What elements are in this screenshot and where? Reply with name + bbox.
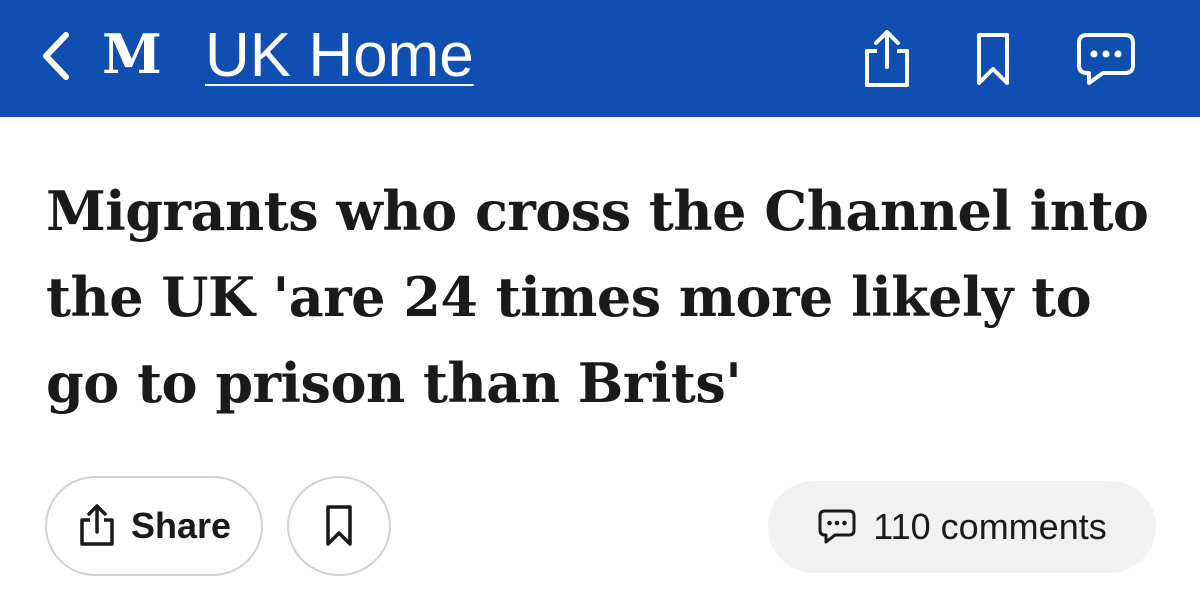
logo-text: M <box>102 22 162 86</box>
share-top-button[interactable] <box>852 22 922 96</box>
share-icon <box>865 30 909 87</box>
site-logo[interactable]: M <box>102 22 162 86</box>
comments-top-button[interactable] <box>1068 22 1144 96</box>
chevron-left-icon <box>43 32 69 80</box>
bookmark-icon <box>326 505 352 546</box>
comments-count-label: 110 comments <box>873 506 1107 547</box>
back-button[interactable] <box>34 28 78 84</box>
top-navigation-bar: M UK Home <box>0 0 1200 117</box>
article-headline: Migrants who cross the Channel into the … <box>46 179 1149 415</box>
uk-home-link[interactable]: UK Home <box>205 20 474 92</box>
bookmark-button[interactable] <box>287 476 391 576</box>
comments-icon <box>1077 33 1135 85</box>
bookmark-top-button[interactable] <box>962 22 1024 96</box>
bookmark-icon <box>977 33 1009 85</box>
comments-icon <box>818 509 856 544</box>
share-icon <box>80 504 114 546</box>
share-button-label: Share <box>130 505 232 546</box>
share-button[interactable]: Share <box>45 476 263 576</box>
comments-button[interactable]: 110 comments <box>768 481 1156 573</box>
